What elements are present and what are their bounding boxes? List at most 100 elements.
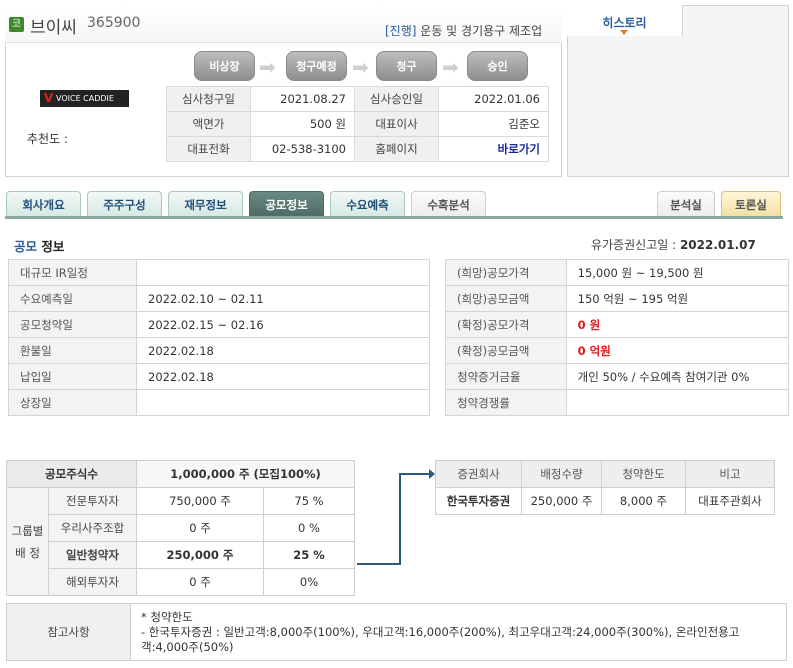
deposit-rate-label: 청약증거금율 (445, 363, 567, 390)
table-row: 액면가 500 원 대표이사 김준오 (166, 111, 549, 137)
section-title: 공모 정보 (14, 236, 64, 255)
professional-investor-shares: 750,000 주 (136, 487, 264, 515)
table-row: (확정)공모금액 0 억원 (445, 337, 790, 364)
company-name: 브이씨 (30, 18, 77, 38)
par-value-label: 액면가 (166, 111, 251, 137)
retail-label: 일반청약자 (48, 541, 137, 569)
esop-shares: 0 주 (136, 514, 264, 542)
stock-code: 365900 (87, 15, 141, 31)
group-label-1: 그룹별 (11, 523, 44, 538)
forecast-date-label: 수요예측일 (8, 285, 137, 312)
foreign-investor-pct: 0% (263, 568, 355, 596)
homepage-label: 홈페이지 (354, 136, 439, 162)
review-approve-label: 심사승인일 (354, 86, 439, 112)
table-row: 해외투자자 0 주 0% (7, 568, 355, 596)
competition-rate-label: 청약경쟁률 (445, 389, 567, 416)
hope-amount-label: (희망)공모금액 (445, 285, 567, 312)
tab-demand-forecast[interactable]: 수요예측 (330, 191, 405, 217)
status-industry: [진행] 운동 및 경기용구 제조업 (385, 22, 542, 39)
tab-analysis-room[interactable]: 분석실 (657, 191, 715, 217)
filing-date: 유가증권신고일 : 2022.01.07 (591, 236, 756, 253)
industry: 운동 및 경기용구 제조업 (420, 24, 543, 38)
hope-price-label: (희망)공모가격 (445, 259, 567, 286)
listing-date-label: 상장일 (8, 389, 137, 416)
arrow-right-icon: ➡ (442, 55, 459, 79)
professional-investor-label: 전문투자자 (48, 487, 137, 515)
step-filed: 청구 (376, 51, 437, 81)
final-amount-label: (확정)공모금액 (445, 337, 567, 364)
underwriter-table: 증권회사 배정수량 청약한도 비고 한국투자증권 250,000 주 8,000… (435, 460, 775, 515)
company-logo: VOICE CADDIE (40, 90, 129, 107)
final-price-value: 0 원 (565, 311, 790, 338)
connector-arrow-icon (357, 469, 435, 565)
tab-divider (5, 216, 783, 219)
phone-label: 대표전화 (166, 136, 251, 162)
step-planned: 청구예정 (286, 51, 347, 81)
company-info-table: 심사청구일 2021.08.27 심사승인일 2022.01.06 액면가 50… (166, 86, 549, 162)
underwriter-note: 대표주관회사 (685, 487, 775, 515)
forecast-date-value: 2022.02.10 ~ 02.11 (136, 285, 430, 312)
group-label-2: 배 정 (15, 545, 40, 560)
tab-company-overview[interactable]: 회사개요 (6, 191, 81, 217)
market-icon: 코 (9, 17, 24, 32)
arrow-right-icon: ➡ (259, 55, 276, 79)
esop-label: 우리사주조합 (48, 514, 137, 542)
col-firm: 증권회사 (435, 460, 522, 488)
table-row: 대표전화 02-538-3100 홈페이지 바로가기 (166, 136, 549, 162)
phone-number: 02-538-3100 (250, 136, 355, 162)
caret-down-icon (620, 30, 628, 35)
professional-investor-pct: 75 % (263, 487, 355, 515)
payment-date-label: 납입일 (8, 363, 137, 390)
pricing-table: (희망)공모가격 15,000 원 ~ 19,500 원 (희망)공모금액 150 … (445, 259, 790, 416)
col-note: 비고 (685, 460, 775, 488)
group-allocation-label: 그룹별배 정 (6, 487, 49, 596)
subscription-date-value: 2022.02.15 ~ 02.16 (136, 311, 430, 338)
underwriter-limit: 8,000 주 (601, 487, 686, 515)
final-price-label: (확정)공모가격 (445, 311, 567, 338)
table-row: 참고사항 * 청약한도 - 한국투자증권 : 일반고객:8,000주(100%)… (6, 603, 787, 661)
table-row: 청약증거금율 개인 50% / 수요예측 참여기관 0% (445, 363, 790, 390)
homepage-link[interactable]: 바로가기 (438, 136, 549, 162)
review-request-date: 2021.08.27 (250, 86, 355, 112)
step-approved: 승인 (467, 51, 528, 81)
subscription-date-label: 공모청약일 (8, 311, 137, 338)
step-unlisted: 비상장 (194, 51, 255, 81)
table-row: 공모주식수 1,000,000 주 (모집100%) (6, 460, 355, 488)
retail-pct: 25 % (263, 541, 355, 569)
deposit-rate-value: 개인 50% / 수요예측 참여기관 0% (565, 363, 790, 390)
refund-date-label: 환불일 (8, 337, 137, 364)
filing-label: 유가증권신고일 : (591, 238, 680, 252)
underwriter-firm: 한국투자증권 (435, 487, 522, 515)
table-row: (희망)공모금액 150 억원 ~ 195 억원 (445, 285, 790, 312)
tab-ipo-info[interactable]: 공모정보 (249, 191, 324, 217)
table-row: 청약경쟁률 (445, 389, 790, 416)
section-title-a: 공모 (14, 239, 38, 254)
hope-price-value: 15,000 원 ~ 19,500 원 (565, 259, 790, 286)
foreign-investor-shares: 0 주 (136, 568, 264, 596)
notes-line-2: - 한국투자증권 : 일반고객:8,000주(100%), 우대고객:16,00… (141, 624, 740, 654)
tab-shareholders[interactable]: 주주구성 (87, 191, 162, 217)
tab-financials[interactable]: 재무정보 (168, 191, 243, 217)
recommend-label: 추천도 : (27, 132, 68, 146)
ceo-label: 대표이사 (354, 111, 439, 137)
notes-content: * 청약한도 - 한국투자증권 : 일반고객:8,000주(100%), 우대고… (130, 603, 787, 661)
table-row: 우리사주조합 0 주 0 % (7, 514, 355, 542)
ir-schedule-label: 대규모 IR일정 (8, 259, 137, 286)
table-row: 수요예측일 2022.02.10 ~ 02.11 (8, 285, 430, 312)
total-shares-value: 1,000,000 주 (모집100%) (136, 460, 355, 488)
payment-date-value: 2022.02.18 (136, 363, 430, 390)
arrow-right-icon: ➡ (352, 55, 369, 79)
table-row: 일반청약자 250,000 주 25 % (7, 541, 355, 569)
table-row: 상장일 (8, 389, 430, 416)
tab-return-analysis[interactable]: 수혹분석 (411, 191, 486, 217)
table-row: (희망)공모가격 15,000 원 ~ 19,500 원 (445, 259, 790, 286)
listing-date-value (136, 389, 430, 416)
notes-line-1: * 청약한도 (141, 609, 193, 624)
section-title-b: 정보 (37, 239, 65, 254)
tab-discussion-room[interactable]: 토론실 (721, 191, 781, 217)
table-row: 공모청약일 2022.02.15 ~ 02.16 (8, 311, 430, 338)
table-row: 한국투자증권 250,000 주 8,000 주 대표주관회사 (435, 487, 775, 515)
filing-value: 2022.01.07 (679, 238, 756, 252)
schedule-table: 대규모 IR일정 수요예측일 2022.02.10 ~ 02.11 공모청약일 20… (8, 259, 430, 416)
competition-rate-value (565, 389, 790, 416)
